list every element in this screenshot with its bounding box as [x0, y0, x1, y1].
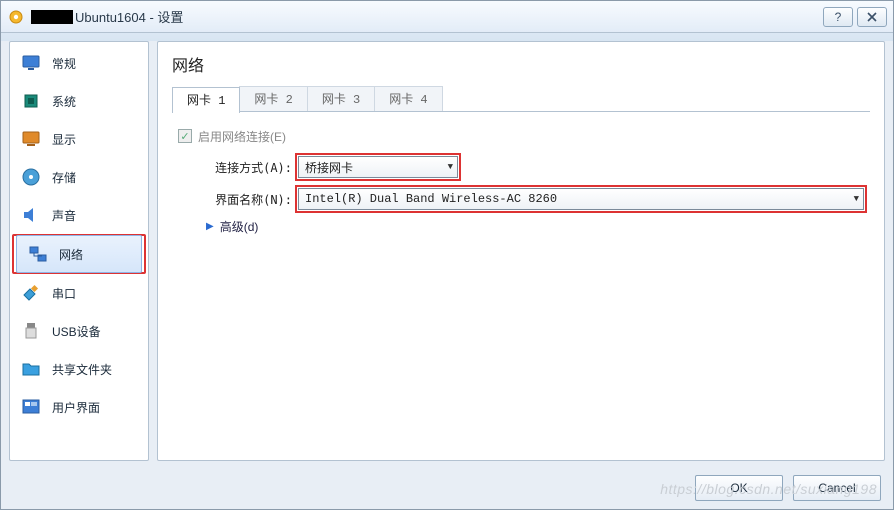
highlight-box-network: 网络 [12, 234, 146, 274]
disk-icon [20, 166, 42, 188]
sidebar-item-label: 用户界面 [52, 399, 100, 416]
advanced-toggle[interactable]: ▶ 高级(d) [206, 218, 864, 235]
advanced-label: 高级(d) [220, 218, 259, 235]
name-row: 界面名称(N): Intel(R) Dual Band Wireless-AC … [202, 186, 864, 212]
enable-label: 启用网络连接(E) [198, 128, 286, 145]
attached-dropdown[interactable]: 桥接网卡 ▼ [298, 156, 458, 178]
sidebar-item-label: 串口 [52, 285, 76, 302]
content-area: 常规 系统 显示 存储 声音 网络 [9, 41, 885, 461]
speaker-icon [20, 204, 42, 226]
sidebar-item-serial[interactable]: 串口 [10, 274, 148, 312]
tab-adapter-3[interactable]: 网卡 3 [307, 86, 375, 111]
chevron-down-icon: ▼ [448, 162, 453, 172]
enable-checkbox[interactable]: ✓ [178, 129, 192, 143]
sidebar-item-ui[interactable]: 用户界面 [10, 388, 148, 426]
sidebar-item-label: 显示 [52, 131, 76, 148]
dialog-footer: OK Cancel [695, 475, 881, 501]
sidebar-item-display[interactable]: 显示 [10, 120, 148, 158]
tab-pane: ✓ 启用网络连接(E) 连接方式(A): 桥接网卡 ▼ 界面名称(N): Int… [172, 112, 870, 245]
window-title: Ubuntu1604 - 设置 [75, 7, 183, 26]
sidebar-item-usb[interactable]: USB设备 [10, 312, 148, 350]
folder-icon [20, 358, 42, 380]
chevron-down-icon: ▼ [854, 194, 859, 204]
settings-window: Ubuntu1604 - 设置 ? 常规 系统 显示 存储 [0, 0, 894, 510]
sidebar-item-label: 常规 [52, 55, 76, 72]
sidebar-item-label: 共享文件夹 [52, 361, 112, 378]
sidebar-item-label: 声音 [52, 207, 76, 224]
ok-button[interactable]: OK [695, 475, 783, 501]
category-sidebar: 常规 系统 显示 存储 声音 网络 [9, 41, 149, 461]
sidebar-item-storage[interactable]: 存储 [10, 158, 148, 196]
sidebar-item-system[interactable]: 系统 [10, 82, 148, 120]
name-label: 界面名称(N): [202, 191, 292, 208]
tab-adapter-2[interactable]: 网卡 2 [239, 86, 307, 111]
sidebar-item-label: 存储 [52, 169, 76, 186]
enable-row: ✓ 启用网络连接(E) [178, 122, 864, 150]
close-button[interactable] [857, 7, 887, 27]
page-title: 网络 [172, 52, 870, 76]
sidebar-item-label: 网络 [59, 246, 83, 263]
sidebar-item-audio[interactable]: 声音 [10, 196, 148, 234]
cancel-button[interactable]: Cancel [793, 475, 881, 501]
help-button[interactable]: ? [823, 7, 853, 27]
sidebar-item-network[interactable]: 网络 [16, 235, 142, 273]
titlebar: Ubuntu1604 - 设置 ? [1, 1, 893, 33]
attached-row: 连接方式(A): 桥接网卡 ▼ [202, 154, 864, 180]
display-icon [20, 128, 42, 150]
redacted-prefix [31, 10, 73, 24]
sidebar-item-general[interactable]: 常规 [10, 44, 148, 82]
app-gear-icon [7, 8, 25, 26]
network-icon [27, 243, 49, 265]
monitor-icon [20, 52, 42, 74]
tab-adapter-4[interactable]: 网卡 4 [374, 86, 442, 111]
main-panel: 网络 网卡 1 网卡 2 网卡 3 网卡 4 ✓ 启用网络连接(E) 连接方式(… [157, 41, 885, 461]
sidebar-item-label: 系统 [52, 93, 76, 110]
triangle-right-icon: ▶ [206, 221, 214, 232]
name-value: Intel(R) Dual Band Wireless-AC 8260 [305, 192, 557, 206]
serial-icon [20, 282, 42, 304]
tab-adapter-1[interactable]: 网卡 1 [172, 87, 240, 113]
sidebar-item-shared[interactable]: 共享文件夹 [10, 350, 148, 388]
usb-icon [20, 320, 42, 342]
chip-icon [20, 90, 42, 112]
adapter-tabs: 网卡 1 网卡 2 网卡 3 网卡 4 [172, 86, 870, 112]
interface-icon [20, 396, 42, 418]
attached-value: 桥接网卡 [305, 159, 353, 176]
sidebar-item-label: USB设备 [52, 323, 101, 340]
attached-label: 连接方式(A): [202, 159, 292, 176]
name-dropdown[interactable]: Intel(R) Dual Band Wireless-AC 8260 ▼ [298, 188, 864, 210]
